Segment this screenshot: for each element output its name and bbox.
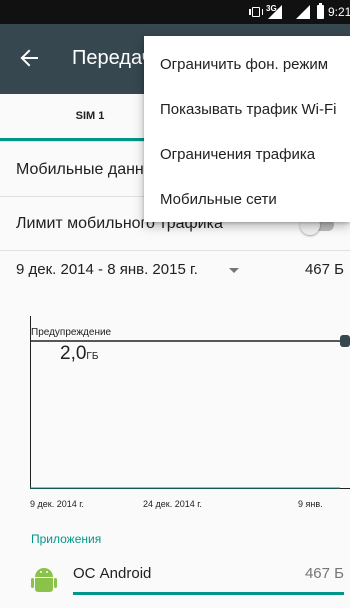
warning-label: Предупреждение (31, 327, 112, 338)
app-name: ОС Android (73, 565, 152, 582)
usage-cycle-label: 9 дек. 2014 - 8 янв. 2015 г. (16, 261, 198, 278)
menu-item-data-limits[interactable]: Ограничения трафика (144, 132, 350, 177)
tab-sim1[interactable]: SIM 1 (40, 94, 140, 142)
warning-value-unit: ГБ (86, 351, 99, 362)
usage-chart: Предупреждение 2,0ГБ 9 дек. 2014 г. 24 д… (0, 306, 350, 526)
apps-section-header: Приложения (31, 532, 102, 546)
warning-value-number: 2,0 (60, 343, 87, 364)
mobile-signal-icon-2 (296, 5, 310, 19)
dropdown-arrow-icon[interactable] (229, 268, 239, 273)
app-usage-row[interactable]: ОС Android 467 Б (0, 556, 350, 606)
back-arrow-icon[interactable] (20, 48, 40, 68)
x-tick-label: 9 янв. (298, 499, 323, 509)
status-time: 9:21 (328, 5, 350, 19)
battery-icon (317, 3, 324, 19)
status-bar: 3G 9:21 (0, 0, 350, 24)
usage-chart-svg (30, 316, 350, 489)
android-icon (31, 568, 57, 592)
menu-item-restrict-background[interactable]: Ограничить фон. режим (144, 42, 350, 87)
menu-item-mobile-networks[interactable]: Мобильные сети (144, 177, 350, 222)
x-tick-label: 9 дек. 2014 г. (30, 499, 84, 509)
mobile-signal-icon (268, 5, 282, 19)
app-usage: 467 Б (304, 565, 344, 582)
overflow-menu: Ограничить фон. режим Показывать трафик … (144, 36, 350, 222)
x-tick-label: 24 дек. 2014 г. (143, 499, 202, 509)
usage-cycle-total: 467 Б (304, 261, 344, 278)
warning-value: 2,0ГБ (60, 343, 98, 368)
usage-cycle-row[interactable]: 9 дек. 2014 - 8 янв. 2015 г. 467 Б (0, 248, 350, 292)
vibrate-icon (248, 5, 264, 19)
app-usage-bar (73, 592, 344, 595)
mobile-data-label: Мобильные данные (16, 161, 165, 178)
menu-item-show-wifi[interactable]: Показывать трафик Wi-Fi (144, 87, 350, 132)
warning-handle[interactable] (340, 335, 350, 347)
